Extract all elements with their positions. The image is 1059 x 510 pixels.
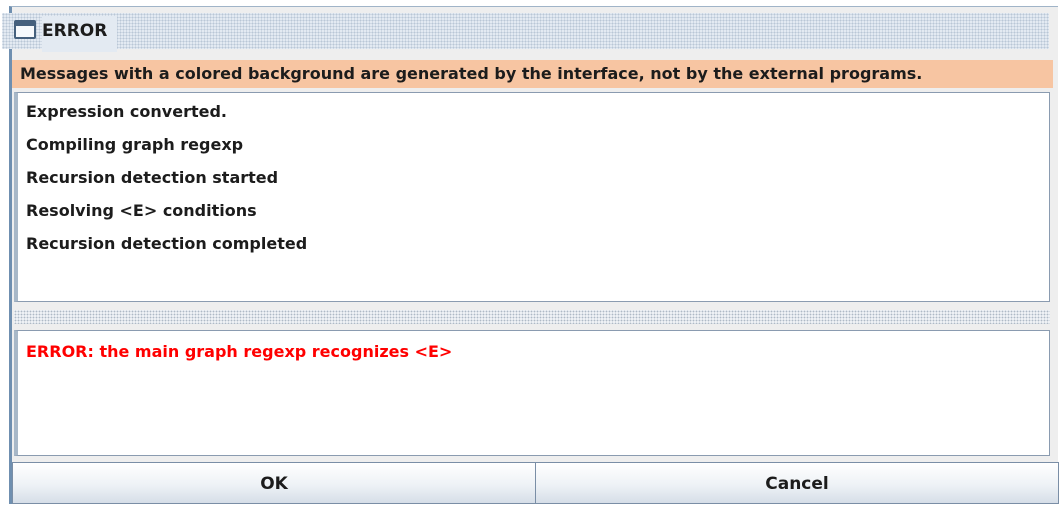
cancel-button[interactable]: Cancel [536,462,1059,504]
log-line: Compiling graph regexp [26,135,244,154]
window-title: ERROR [42,16,118,52]
window-icon [14,20,36,39]
split-pane-divider[interactable] [14,310,1050,324]
error-message: ERROR: the main graph regexp recognizes … [26,342,453,361]
log-line: Resolving <E> conditions [26,201,257,220]
info-message: Messages with a colored background are g… [12,60,1053,88]
button-bar: OK Cancel [12,462,1059,504]
ok-button[interactable]: OK [12,462,536,504]
log-line: Recursion detection completed [26,234,308,253]
title-bar[interactable] [2,13,1049,49]
log-line: Recursion detection started [26,168,279,187]
log-panel[interactable]: Expression converted. Compiling graph re… [14,92,1050,302]
log-line: Expression converted. [26,102,227,121]
error-panel[interactable]: ERROR: the main graph regexp recognizes … [14,330,1050,456]
